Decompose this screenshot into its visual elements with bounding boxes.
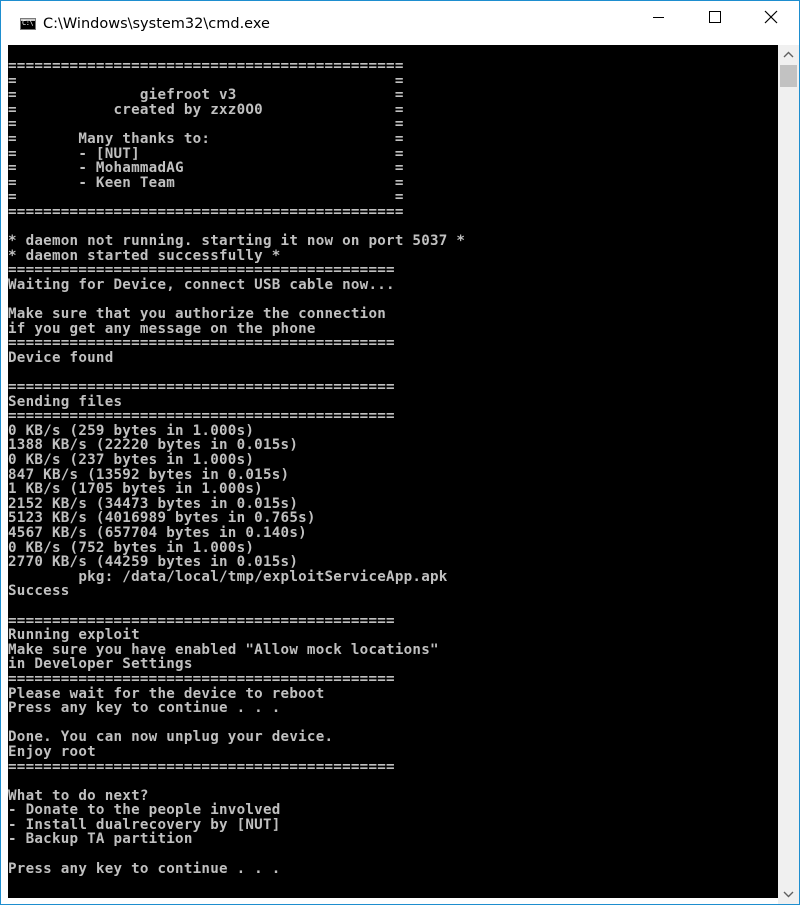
cmd-icon-label: C:\	[22, 19, 34, 27]
console-line: Make sure you have enabled "Allow mock l…	[8, 641, 439, 658]
console-line: Press any key to continue . . .	[8, 860, 281, 877]
console-line: Done. You can now unplug your device.	[8, 729, 334, 746]
console-line: ========================================…	[8, 758, 395, 775]
console-line: Running exploit	[8, 627, 140, 644]
console-line: Make sure that you authorize the connect…	[8, 306, 387, 323]
console-line: What to do next?	[8, 787, 149, 804]
console-line: 5123 KB/s (4016989 bytes in 0.765s)	[8, 510, 316, 527]
console-line: ========================================…	[8, 670, 395, 687]
console-line: 4567 KB/s (657704 bytes in 0.140s)	[8, 525, 307, 541]
console-line: 1388 KB/s (22220 bytes in 0.015s)	[8, 437, 299, 454]
console-line: 2770 KB/s (44259 bytes in 0.015s)	[8, 554, 299, 571]
console-line: Success	[8, 583, 70, 600]
console-line: ========================================…	[8, 58, 404, 74]
console-line: ========================================…	[8, 408, 395, 425]
console-line: = Many thanks to: =	[8, 130, 404, 147]
console-line: pkg: /data/local/tmp/exploitServiceApp.a…	[8, 568, 448, 585]
console-line: Device found	[8, 349, 114, 366]
maximize-button[interactable]	[687, 1, 743, 35]
console-line: Please wait for the device to reboot	[8, 685, 325, 702]
console-line: ========================================…	[8, 335, 395, 352]
console-line: * daemon not running. starting it now on…	[8, 233, 466, 250]
console-line: * daemon started successfully *	[8, 247, 281, 264]
console-line: Press any key to continue . . .	[8, 700, 281, 717]
console-line: ========================================…	[8, 262, 395, 279]
console-line: = =	[8, 116, 404, 133]
console-line: ========================================…	[8, 203, 404, 220]
console-line: = =	[8, 189, 404, 206]
console-line: 1 KB/s (1705 bytes in 1.000s)	[8, 481, 263, 498]
console-line: if you get any message on the phone	[8, 320, 316, 337]
console-line: 0 KB/s (237 bytes in 1.000s)	[8, 452, 255, 469]
cmd-window: C:\ C:\Windows\system32\cmd.exe ========…	[0, 0, 800, 905]
console-line: in Developer Settings	[8, 656, 193, 673]
console-line: = created by zxz0O0 =	[8, 101, 404, 118]
console-line: - Install dualrecovery by [NUT]	[8, 816, 281, 833]
chevron-up-icon	[783, 51, 794, 58]
console-line: Sending files	[8, 393, 123, 410]
scroll-down-button[interactable]	[778, 884, 799, 904]
console-line: = =	[8, 72, 404, 89]
console-line: 847 KB/s (13592 bytes in 0.015s)	[8, 466, 290, 483]
close-button[interactable]	[743, 1, 799, 35]
console-line: = - Keen Team =	[8, 174, 404, 191]
console-line: - Donate to the people involved	[8, 802, 281, 819]
console-line: ========================================…	[8, 379, 395, 396]
console-line: ========================================…	[8, 612, 395, 629]
scroll-thumb[interactable]	[780, 65, 797, 87]
console-line: = giefroot v3 =	[8, 87, 404, 104]
console-line: = - [NUT] =	[8, 145, 404, 162]
window-bottom-frame	[1, 898, 778, 904]
window-title: C:\Windows\system32\cmd.exe	[43, 16, 270, 32]
console-line: = - MohammadAG =	[8, 160, 404, 177]
console-line: 2152 KB/s (34473 bytes in 0.015s)	[8, 495, 299, 512]
console-line: Enjoy root	[8, 743, 96, 760]
console-text: ========================================…	[8, 45, 778, 876]
close-icon	[764, 10, 778, 24]
console-line: 0 KB/s (259 bytes in 1.000s)	[8, 422, 255, 439]
console-line: 0 KB/s (752 bytes in 1.000s)	[8, 539, 255, 556]
minimize-button[interactable]	[631, 1, 687, 35]
console-output-area[interactable]: ========================================…	[8, 45, 778, 898]
title-bar[interactable]: C:\ C:\Windows\system32\cmd.exe	[1, 1, 799, 45]
scroll-up-button[interactable]	[778, 45, 799, 65]
cmd-icon[interactable]: C:\	[20, 18, 36, 30]
console-line: - Backup TA partition	[8, 831, 193, 848]
console-line: Waiting for Device, connect USB cable no…	[8, 276, 395, 293]
vertical-scrollbar[interactable]	[778, 45, 799, 904]
chevron-down-icon	[783, 891, 794, 898]
